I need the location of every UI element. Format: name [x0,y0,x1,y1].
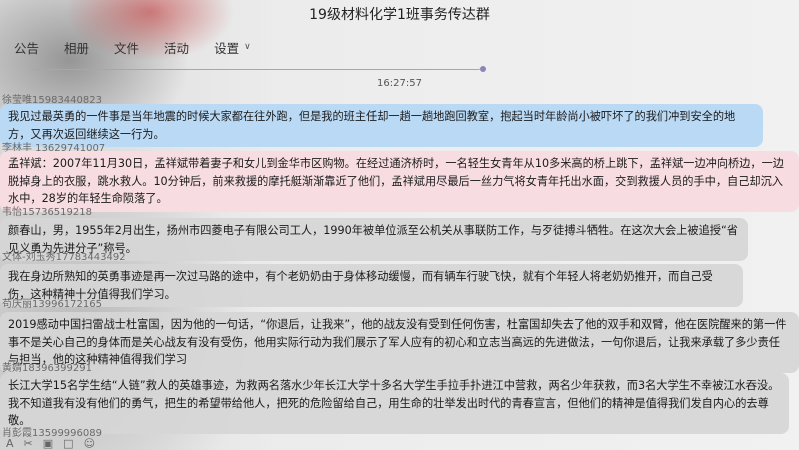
message-bubble[interactable]: 长江大学15名学生结“人链”救人的英雄事迹，为救两名落水少年长江大学十多名大学生… [0,373,789,434]
title-bar: 19级材料化学1班事务传达群 [0,0,799,28]
message-sender[interactable]: 苟庆丽13996172165 [2,295,102,310]
nav-activity[interactable]: 活动 [164,38,189,57]
window-title: 19级材料化学1班事务传达群 [309,7,490,23]
nav-settings-label: 设置 [214,40,240,56]
message-sender[interactable]: 黄婧18396399291 [2,359,92,374]
message-sender[interactable]: 韦怡15736519218 [2,203,92,218]
nav-announcement[interactable]: 公告 [14,38,39,57]
input-toolbar: A ✂ ▣ □ ☺ [0,438,799,450]
history-scroll-indicator[interactable] [30,66,486,72]
chevron-down-icon: ∨ [244,42,251,52]
group-nav: 公告 相册 文件 活动 设置 ∨ [0,34,400,60]
nav-settings[interactable]: 设置 ∨ [214,38,251,57]
message-timestamp: 16:27:57 [377,78,422,89]
file-icon[interactable]: □ [63,438,73,449]
image-icon[interactable]: ▣ [43,438,53,449]
nav-files[interactable]: 文件 [114,38,139,57]
message-bubble[interactable]: 孟祥斌：2007年11月30日，孟祥斌带着妻子和女儿到金华市区购物。在经过通济桥… [0,151,799,212]
emoji-icon[interactable]: ☺ [84,438,95,449]
message-bubble[interactable]: 2019感动中国扫雷战士杜富国，因为他的一句话，“你退后，让我来”，他的战友没有… [0,312,799,373]
nav-album[interactable]: 相册 [64,38,89,57]
font-icon[interactable]: A [6,438,14,449]
message-bubble[interactable]: 我在身边所熟知的英勇事迹是再一次过马路的途中，有个老奶奶由于身体移动缓慢，而有辆… [0,264,743,307]
scissors-icon[interactable]: ✂ [24,438,33,449]
message-sender[interactable]: 文体-刘玉秀17783443492 [2,248,126,263]
message-bubble[interactable]: 我见过最英勇的一件事是当年地震的时候大家都在往外跑，但是我的班主任却一趟一趟地跑… [0,104,763,147]
